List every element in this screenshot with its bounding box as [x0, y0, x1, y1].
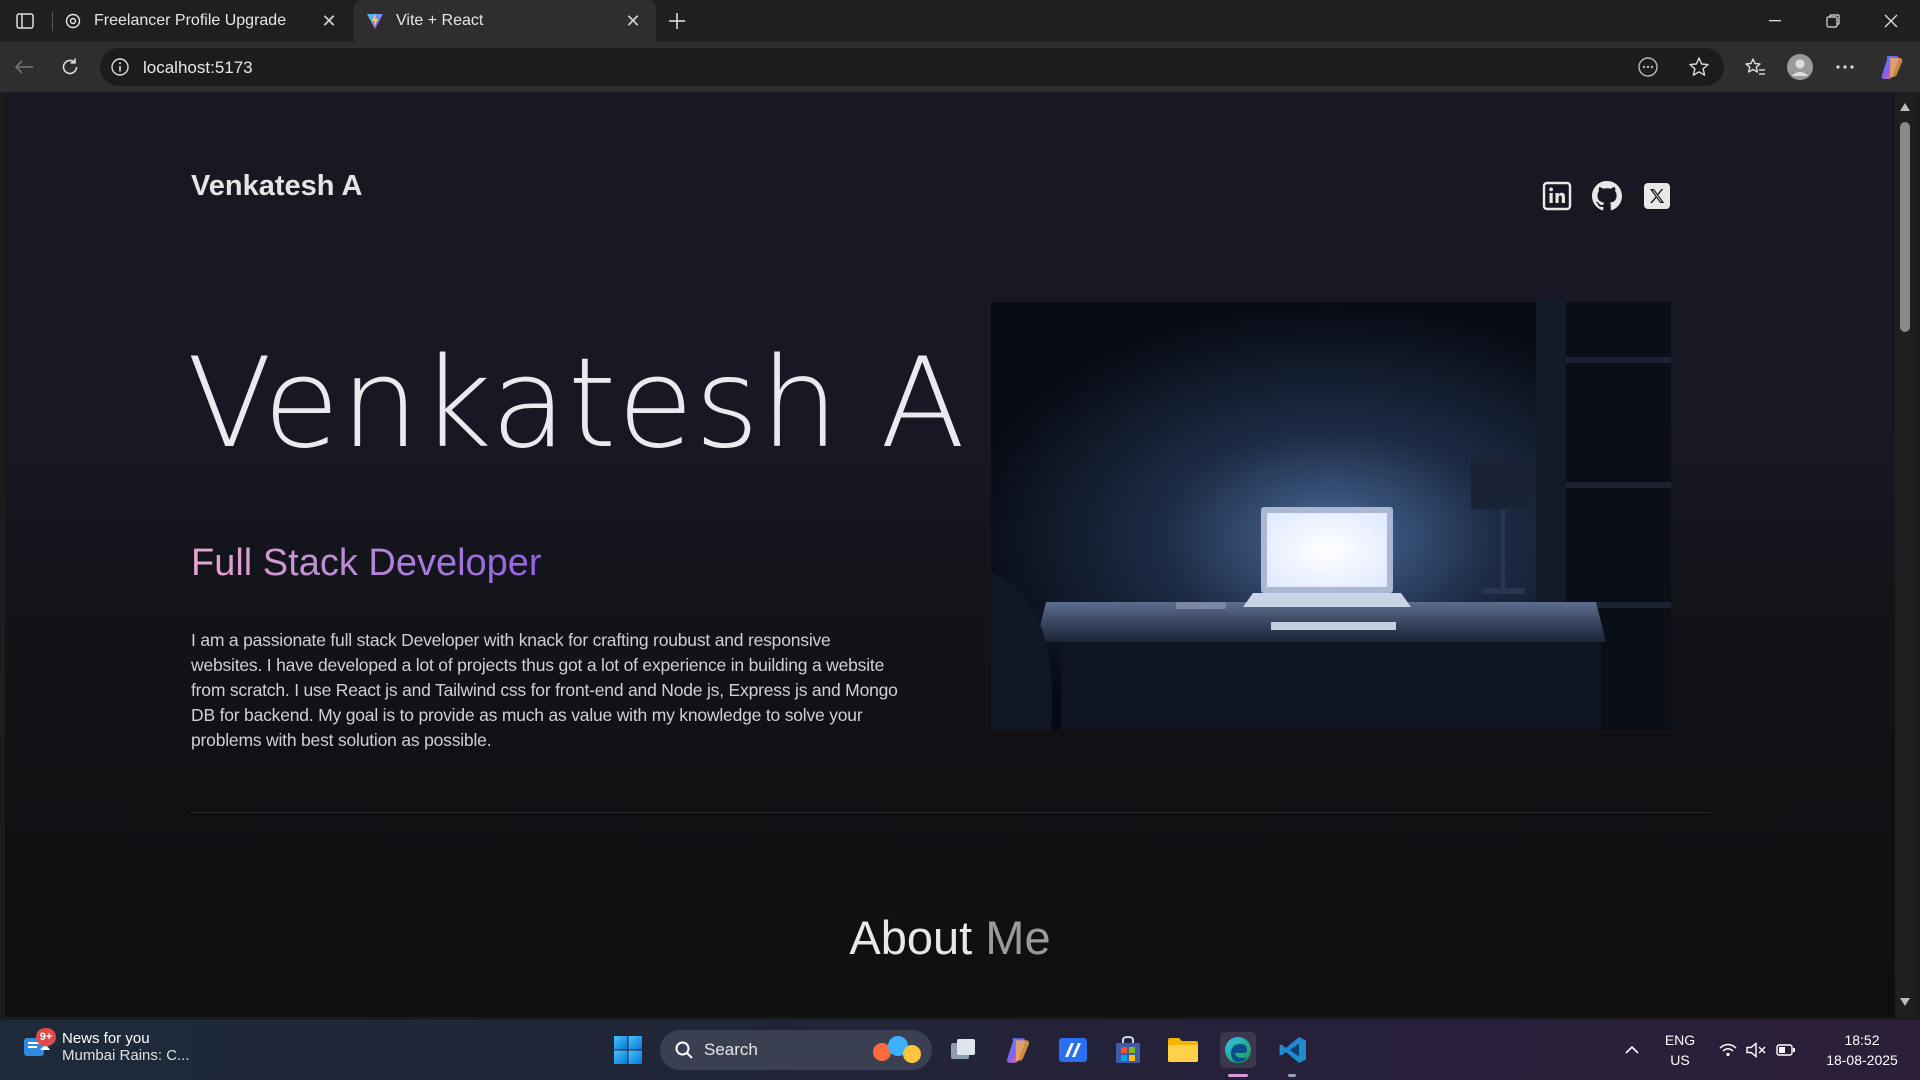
task-view-icon[interactable]: [946, 1032, 982, 1068]
scrollbar-thumb[interactable]: [1900, 122, 1910, 332]
microsoft-store-icon[interactable]: [1110, 1032, 1146, 1068]
vite-icon: [366, 12, 384, 30]
back-icon[interactable]: [8, 51, 40, 83]
address-bar[interactable]: localhost:5173: [100, 48, 1724, 86]
hero-name: Venkatesh A: [187, 332, 967, 476]
address-url: localhost:5173: [143, 58, 253, 77]
page-viewport: Venkatesh A Venkatesh A Full Stack Devel…: [5, 92, 1895, 1017]
speaker-muted-icon[interactable]: [1744, 1020, 1768, 1080]
minimize-icon[interactable]: [1746, 0, 1804, 42]
linkedin-icon[interactable]: [1542, 181, 1572, 211]
site-info-icon[interactable]: [110, 57, 130, 77]
profile-avatar-icon[interactable]: [1784, 51, 1816, 83]
favorites-icon[interactable]: [1739, 51, 1771, 83]
tab-title: Freelancer Profile Upgrade: [94, 12, 287, 29]
close-tab-icon[interactable]: ✕: [318, 10, 340, 32]
new-tab-icon[interactable]: [662, 6, 692, 36]
about-heading: About Me: [5, 910, 1895, 965]
more-menu-icon[interactable]: [1829, 51, 1861, 83]
github-icon[interactable]: [1592, 181, 1622, 211]
brand-name[interactable]: Venkatesh A: [191, 170, 362, 203]
news-weather-icon: 9+: [22, 1028, 56, 1062]
openai-icon: [64, 12, 82, 30]
bio-paragraph: I am a passionate full stack Developer w…: [191, 630, 898, 750]
news-badge: 9+: [36, 1028, 56, 1046]
vscode-icon[interactable]: [1275, 1032, 1311, 1068]
lang-line2: US: [1670, 1052, 1690, 1068]
taskbar-clock[interactable]: 18:52 18-08-2025: [1812, 1030, 1912, 1070]
taskbar-search[interactable]: Search: [660, 1030, 932, 1070]
tab-vite-react[interactable]: Vite + React ✕: [354, 0, 656, 42]
scroll-up-icon[interactable]: [1899, 102, 1911, 112]
about-heading-dim: Me: [985, 911, 1051, 964]
browser-toolbar: localhost:5173: [0, 42, 1920, 92]
close-tab-icon[interactable]: ✕: [622, 10, 644, 32]
news-widget[interactable]: 9+ News for you Mumbai Rains: C...: [22, 1028, 190, 1064]
language-indicator[interactable]: ENG US: [1660, 1030, 1700, 1070]
show-hidden-icons[interactable]: [1620, 1020, 1644, 1080]
tab-actions-icon[interactable]: [10, 8, 40, 34]
edge-active-indicator: [1228, 1074, 1248, 1077]
windows-taskbar: 9+ News for you Mumbai Rains: C... Searc…: [0, 1020, 1920, 1080]
page-scrollbar[interactable]: [1895, 92, 1915, 1017]
clock-date: 18-08-2025: [1826, 1052, 1898, 1068]
reload-icon[interactable]: [54, 51, 86, 83]
reading-mode-icon[interactable]: [1636, 55, 1660, 79]
windows-start-icon[interactable]: [610, 1032, 646, 1068]
hero-laptop-image: [991, 302, 1671, 730]
scroll-down-icon[interactable]: [1899, 997, 1911, 1007]
clock-time: 18:52: [1844, 1032, 1880, 1048]
restore-icon[interactable]: [1804, 0, 1862, 42]
search-icon: [675, 1041, 693, 1059]
tab-title: Vite + React: [396, 12, 484, 29]
vscode-open-indicator: [1288, 1074, 1296, 1077]
x-twitter-icon[interactable]: [1642, 181, 1672, 211]
edge-browser-icon[interactable]: [1220, 1032, 1256, 1068]
tab-freelancer-profile[interactable]: Freelancer Profile Upgrade ✕: [52, 0, 352, 42]
search-label: Search: [704, 1040, 758, 1059]
news-subtitle: Mumbai Rains: C...: [62, 1047, 190, 1064]
copilot-icon[interactable]: [1876, 51, 1908, 83]
copilot-taskbar-icon[interactable]: [1000, 1032, 1036, 1068]
close-window-icon[interactable]: [1862, 0, 1920, 42]
news-title: News for you: [62, 1030, 150, 1047]
file-explorer-icon[interactable]: [1165, 1032, 1201, 1068]
balloons-icon: [873, 1036, 921, 1063]
battery-icon[interactable]: [1774, 1020, 1798, 1080]
lang-line1: ENG: [1664, 1032, 1696, 1048]
wifi-icon[interactable]: [1716, 1020, 1740, 1080]
favorite-star-icon[interactable]: [1687, 55, 1711, 79]
app-icon[interactable]: [1055, 1032, 1091, 1068]
browser-tab-bar: Freelancer Profile Upgrade ✕ Vite + Reac…: [0, 0, 1920, 42]
about-heading-main: About: [849, 911, 973, 964]
role-title: Full Stack Developer: [191, 542, 542, 584]
section-divider: [191, 812, 1711, 813]
